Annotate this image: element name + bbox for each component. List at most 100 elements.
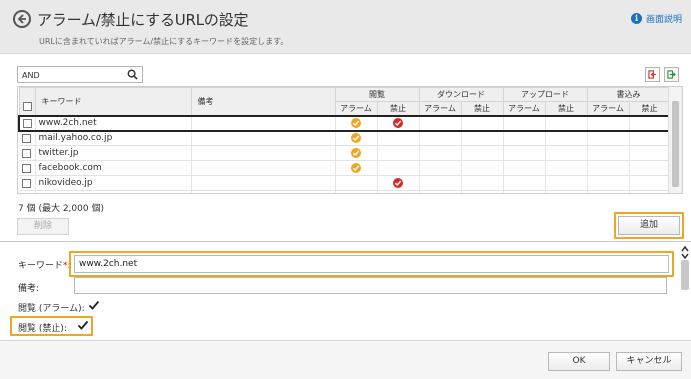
column-header-download-block[interactable]: 禁止 [460,101,504,116]
keyword-cell: twitter.jp [35,145,192,161]
page-subtitle: URLに含まれていればアラーム/禁止にするキーワードを設定します。 [39,37,289,46]
alarm-check-icon [351,133,361,144]
download-alarm-cell [419,130,462,146]
write-block-cell [629,130,671,146]
import-icon [648,70,657,79]
write-block-cell [629,175,671,191]
row-checkbox[interactable] [22,133,32,143]
view-alarm-checkbox[interactable] [88,299,100,311]
empty-cell [19,190,36,193]
download-alarm-cell [419,160,462,176]
table-row[interactable]: twitter.jp [19,145,671,161]
view-block-cell [377,160,420,176]
row-checkbox[interactable] [22,163,32,173]
info-icon: i [630,13,642,24]
alarm-check-icon [351,163,361,173]
export-icon [667,70,676,79]
empty-cell [419,190,462,193]
row-checkbox[interactable] [22,148,32,158]
table-scrollbar-thumb[interactable] [672,101,679,187]
form-scrollbar[interactable] [679,244,691,338]
block-check-icon [393,178,403,188]
empty-cell [191,190,336,193]
note-field[interactable] [74,277,667,294]
keyword-cell: www.2ch.net [35,114,192,132]
upload-block-cell [545,175,588,191]
column-header-note[interactable]: 備考 [190,87,336,116]
empty-cell [377,190,420,193]
view-block-cell [377,130,420,146]
form-scrollbar-thumb[interactable] [681,260,689,290]
upload-block-cell [545,160,588,176]
download-block-cell [461,175,504,191]
upload-block-cell [545,114,588,132]
write-alarm-cell [587,114,630,132]
note-label: 備考: [18,284,40,294]
write-alarm-cell [587,145,630,161]
view-block-checkbox[interactable] [77,319,89,331]
help-label: 画面説明 [645,15,682,25]
download-alarm-cell [419,175,462,191]
empty-cell [35,190,192,193]
help-link[interactable]: i 画面説明 [630,12,682,25]
ok-button[interactable]: OK [548,352,610,371]
keyword-label: キーワード*: [18,258,71,271]
page-header: アラーム/禁止にするURLの設定 URLに含まれていればアラーム/禁止にするキー… [0,0,691,54]
upload-alarm-cell [503,145,546,161]
export-button[interactable] [664,67,679,82]
column-header-upload-alarm[interactable]: アラーム [502,101,546,116]
view-block-cell [377,114,420,132]
row-checkbox-cell [18,114,36,132]
column-header-write-block[interactable]: 禁止 [628,101,671,116]
table-row[interactable]: www.2ch.net [18,114,671,132]
write-alarm-cell [587,175,630,191]
column-group-download: ダウンロード [418,87,504,102]
upload-alarm-cell [503,114,546,132]
view-block-label: 閲覧 (禁止): [18,324,67,334]
row-checkbox[interactable] [22,118,32,128]
select-all-checkbox[interactable] [22,101,32,111]
note-cell [191,160,336,176]
download-block-cell [461,145,504,161]
upload-block-cell [545,145,588,161]
row-checkbox-cell [19,175,36,191]
empty-cell [461,190,504,193]
search-input[interactable] [22,69,122,81]
column-header-download-alarm[interactable]: アラーム [418,101,462,116]
empty-cell [587,190,630,193]
column-header-keyword[interactable]: キーワード [34,87,192,116]
column-header-upload-block[interactable]: 禁止 [544,101,588,116]
alarm-check-icon [351,118,361,128]
note-cell [191,130,336,146]
table-row[interactable]: nikovideo.jp [19,175,671,191]
column-header-view-alarm[interactable]: アラーム [334,101,378,116]
row-checkbox-cell [19,145,36,161]
table-row[interactable]: facebook.com [19,160,671,176]
table-scrollbar[interactable] [668,87,682,193]
empty-cell [503,190,546,193]
view-alarm-label: 閲覧 (アラーム): [18,304,85,314]
upload-block-cell [545,130,588,146]
write-alarm-cell [587,160,630,176]
cancel-button[interactable]: キャンセル [616,352,682,371]
scroll-down-icon[interactable] [681,252,689,260]
row-checkbox[interactable] [22,178,32,188]
row-checkbox-cell [19,160,36,176]
delete-button[interactable]: 削除 [17,218,69,235]
search-box[interactable] [17,66,143,83]
import-button[interactable] [645,67,660,82]
note-cell [191,145,336,161]
write-block-cell [629,145,671,161]
table-row[interactable]: mail.yahoo.co.jp [19,130,671,146]
back-arrow-icon[interactable] [13,10,31,28]
column-header-write-alarm[interactable]: アラーム [586,101,630,116]
note-cell [191,114,336,132]
search-icon[interactable] [127,69,138,80]
add-button[interactable]: 追加 [618,216,680,235]
view-block-cell [377,175,420,191]
keyword-cell: mail.yahoo.co.jp [35,130,192,146]
keyword-cell: facebook.com [35,160,192,176]
column-header-view-block[interactable]: 禁止 [376,101,420,116]
view-alarm-cell [335,175,378,191]
keyword-field[interactable] [74,255,669,273]
